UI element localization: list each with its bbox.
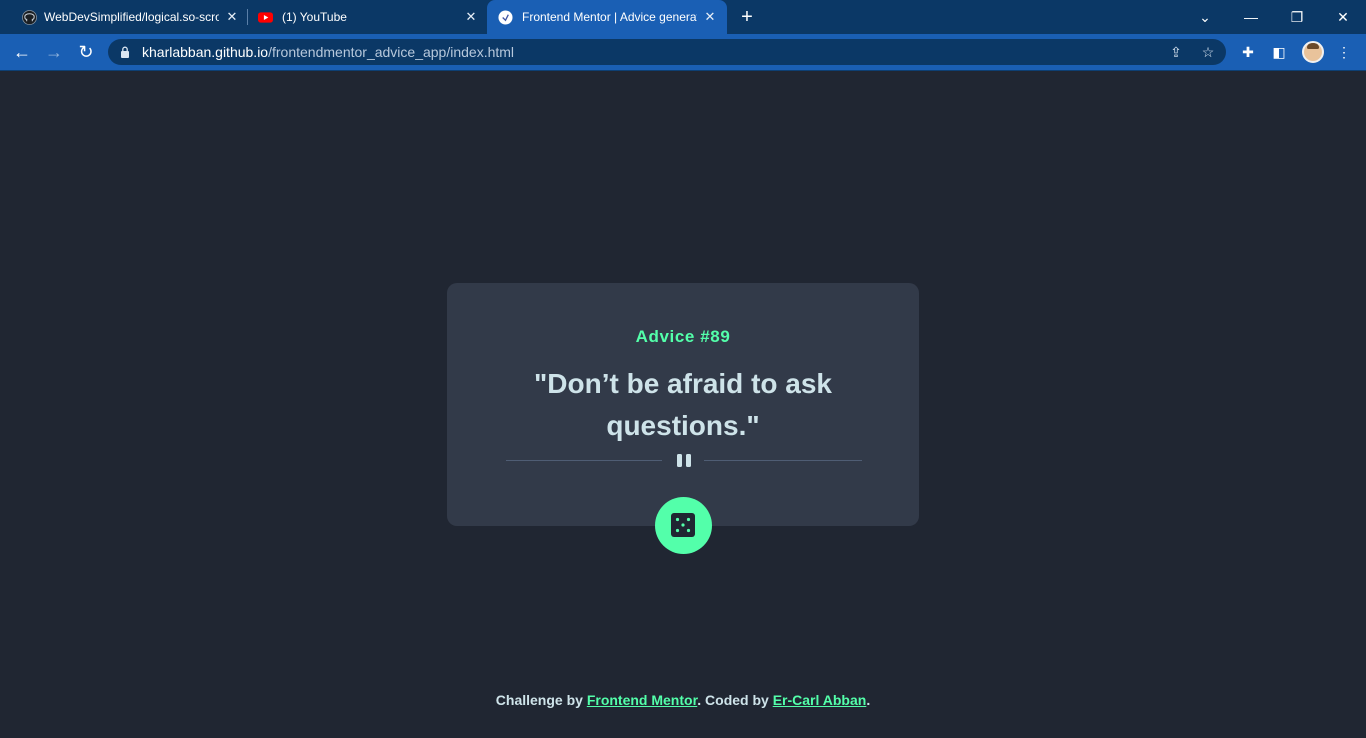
profile-avatar[interactable] [1302,41,1324,63]
close-tab-icon[interactable]: ✕ [224,9,240,25]
address-bar[interactable]: kharlabban.github.io/frontendmentor_advi… [108,39,1226,65]
lock-icon [121,46,129,58]
minimize-button[interactable]: — [1240,6,1262,28]
frontend-mentor-link[interactable]: Frontend Mentor [587,692,697,708]
advice-quote: "Don’t be afraid to ask questions." [534,368,832,441]
divider-line-right [704,460,862,461]
author-link[interactable]: Er-Carl Abban [773,692,867,708]
tab-search-icon[interactable]: ⌄ [1194,6,1216,28]
side-panel-icon[interactable]: ◧ [1269,42,1289,62]
attribution-prefix: Challenge by [495,692,587,708]
share-icon[interactable]: ⇪ [1167,43,1185,61]
back-button[interactable]: ← [12,42,32,62]
pattern-divider [506,453,862,469]
pause-icon [677,454,691,467]
bookmark-star-icon[interactable]: ☆ [1199,43,1217,61]
new-tab-button[interactable]: + [737,7,757,27]
tab-strip: WebDevSimplified/logical.so-scroll ✕ (1)… [0,0,1366,34]
url-path: /frontendmentor_advice_app/index.html [268,44,515,60]
new-advice-button[interactable] [655,497,712,554]
tab-title: (1) YouTube [282,10,347,24]
divider-line-left [506,460,662,461]
github-icon [22,10,37,25]
restore-button[interactable]: ❐ [1286,6,1308,28]
reload-button[interactable]: ↻ [76,42,96,62]
advice-card: Advice #89 "Don’t be afraid to ask quest… [447,283,919,526]
attribution-suffix: . [866,692,871,708]
youtube-icon [258,12,273,23]
tab-title: Frontend Mentor | Advice generator app [522,10,697,24]
tab-youtube[interactable]: (1) YouTube ✕ [248,0,486,34]
tab-github[interactable]: WebDevSimplified/logical.so-scroll ✕ [0,0,246,34]
attribution-footer: Challenge by Frontend Mentor. Coded by E… [0,691,1366,709]
advice-id: Advice #89 [635,327,731,346]
menu-kebab-icon[interactable]: ⋮ [1334,42,1354,62]
dice-icon [671,513,695,537]
close-window-button[interactable]: ✕ [1332,6,1354,28]
attribution-middle: . Coded by [697,692,773,708]
close-tab-icon[interactable]: ✕ [702,9,718,25]
url-host: kharlabban.github.io [142,44,269,60]
frontend-mentor-icon [498,10,513,25]
toolbar-divider [0,70,1366,71]
url-text: kharlabban.github.io/frontendmentor_advi… [142,45,514,59]
tab-title: WebDevSimplified/logical.so-scroll [44,10,219,24]
extensions-icon[interactable]: ✚ [1238,42,1258,62]
forward-button[interactable]: → [44,42,64,62]
close-tab-icon[interactable]: ✕ [463,9,479,25]
tab-frontend-mentor[interactable]: Frontend Mentor | Advice generator app ✕ [487,0,727,34]
